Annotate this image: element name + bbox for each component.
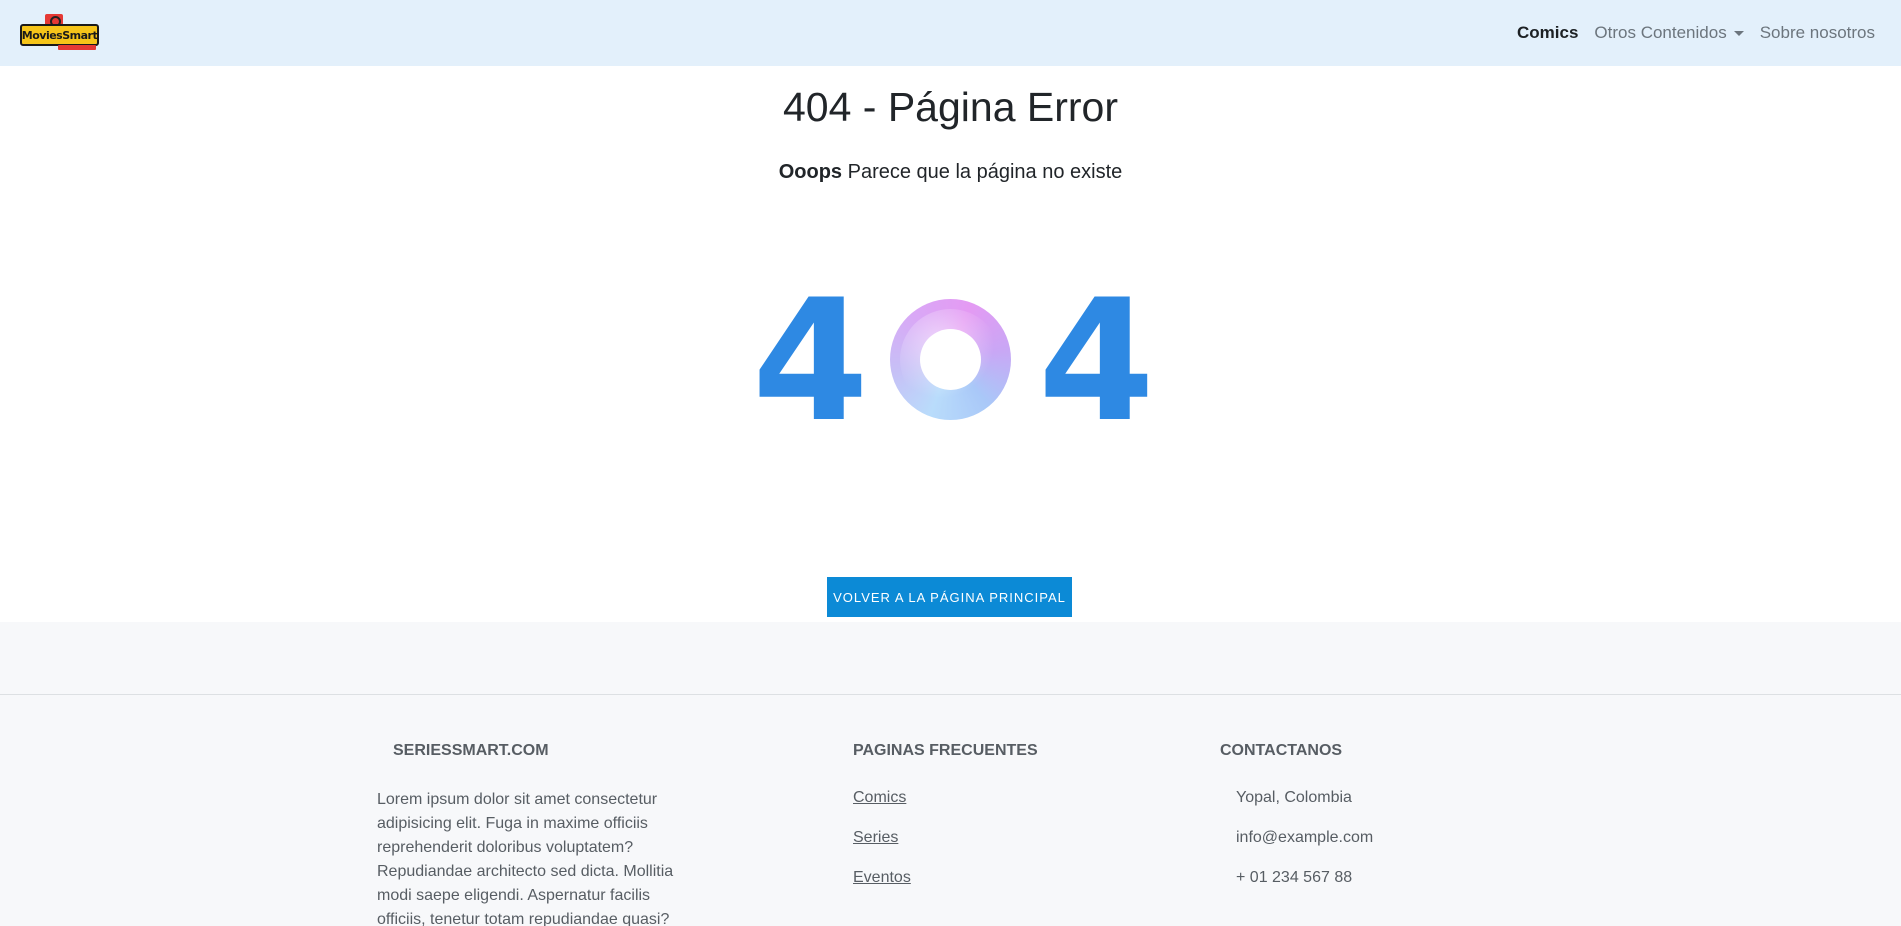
footer-link-series[interactable]: Series bbox=[853, 828, 1038, 847]
subtitle-text: Parece que la página no existe bbox=[842, 161, 1123, 183]
footer-heading-links: PAGINAS FRECUENTES bbox=[853, 742, 1038, 759]
error-subtitle: Ooops Parece que la página no existe bbox=[0, 161, 1901, 184]
footer-about-text: Lorem ipsum dolor sit amet consectetur a… bbox=[377, 791, 674, 926]
footer-heading-contact: CONTACTANOS bbox=[1220, 742, 1343, 759]
digit-four-right: 4 bbox=[1038, 263, 1155, 459]
footer-divider bbox=[0, 694, 1901, 695]
gradient-ring-zero-icon bbox=[890, 299, 1011, 420]
footer-heading-about: SERIESSMART.COM bbox=[393, 742, 549, 759]
nav-link-comics[interactable]: Comics bbox=[1509, 23, 1586, 43]
footer-link-comics[interactable]: Comics bbox=[853, 788, 1038, 807]
brand-logo-link[interactable]: MoviesSmart bbox=[20, 14, 99, 52]
logo-wordmark: MoviesSmart bbox=[20, 24, 99, 46]
404-illustration: 4 4 bbox=[752, 263, 1155, 459]
footer-col-about: SERIESSMART.COM Lorem ipsum dolor sit am… bbox=[377, 742, 677, 926]
nav-menu: Comics Otros Contenidos Sobre nosotros bbox=[1509, 23, 1883, 43]
moviessmart-logo: MoviesSmart bbox=[20, 14, 99, 52]
logo-stripe bbox=[58, 45, 96, 50]
footer-col-contact: CONTACTANOS Yopal, Colombia info@example… bbox=[1220, 742, 1373, 908]
caret-down-icon bbox=[1733, 30, 1744, 36]
nav-link-sobre-nosotros[interactable]: Sobre nosotros bbox=[1752, 23, 1883, 43]
back-home-button[interactable]: Volver a la página principal bbox=[827, 577, 1072, 617]
subtitle-bold: Ooops bbox=[778, 161, 843, 183]
footer-col-links: PAGINAS FRECUENTES Comics Series Eventos bbox=[853, 742, 1038, 908]
nav-dropdown-label: Otros Contenidos bbox=[1594, 23, 1727, 42]
footer-link-eventos[interactable]: Eventos bbox=[853, 868, 1038, 887]
contact-location: Yopal, Colombia bbox=[1236, 789, 1352, 806]
contact-email: info@example.com bbox=[1236, 829, 1374, 846]
contact-phone: + 01 234 567 88 bbox=[1236, 869, 1353, 886]
nav-dropdown-otros-contenidos[interactable]: Otros Contenidos bbox=[1586, 23, 1751, 43]
digit-four-left: 4 bbox=[752, 263, 869, 459]
page-title: 404 - Página Error bbox=[782, 84, 1118, 130]
navbar: MoviesSmart Comics Otros Contenidos Sobr… bbox=[0, 0, 1901, 66]
